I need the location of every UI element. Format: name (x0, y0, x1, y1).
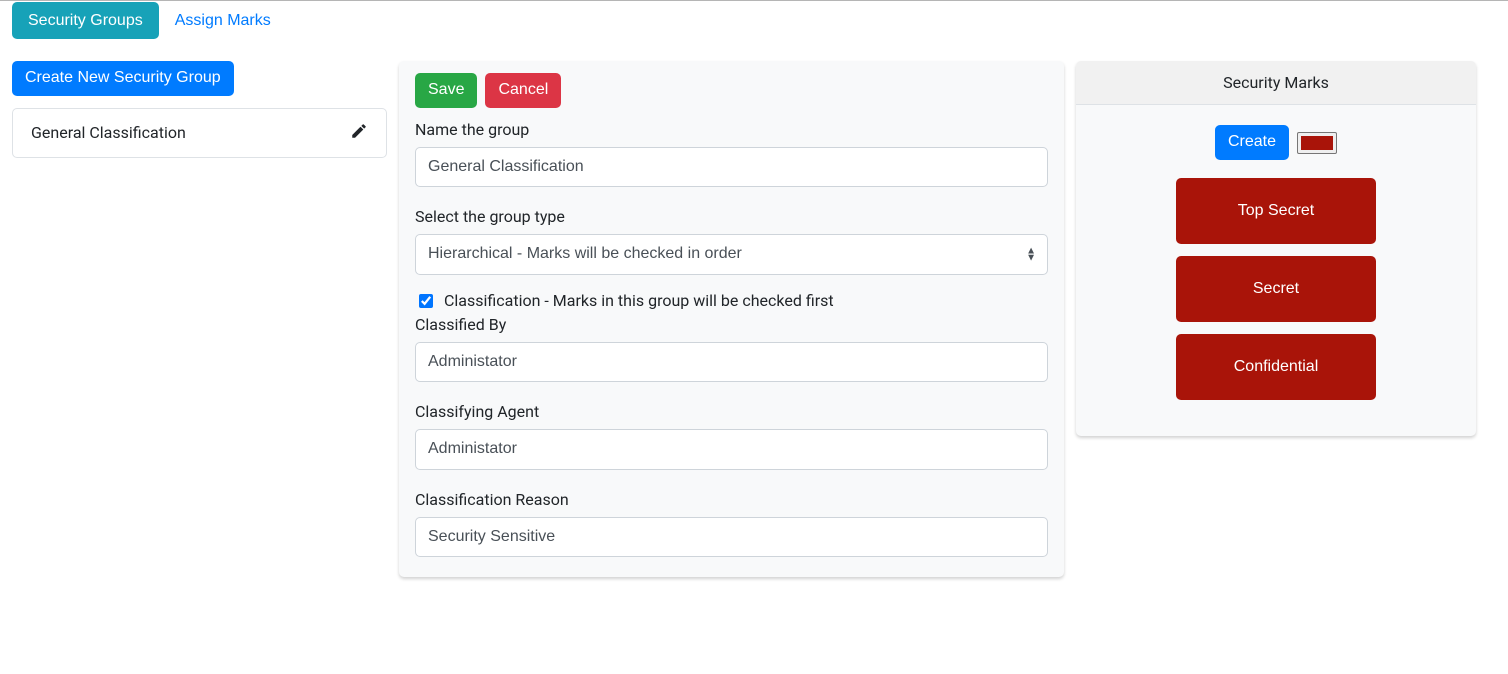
edit-icon[interactable] (350, 122, 368, 144)
tabs: Security Groups Assign Marks (12, 2, 1496, 39)
security-group-label: General Classification (31, 123, 186, 142)
mark-secret[interactable]: Secret (1176, 256, 1376, 322)
name-label: Name the group (415, 120, 1048, 139)
security-marks-card: Security Marks Create Top Secret Secret … (1076, 61, 1476, 436)
classified-by-label: Classified By (415, 315, 1048, 334)
tab-security-groups[interactable]: Security Groups (12, 2, 159, 39)
color-swatch-inner (1301, 136, 1333, 150)
edit-group-card: Save Cancel Name the group Select the gr… (399, 61, 1064, 577)
group-type-select[interactable] (415, 234, 1048, 274)
classified-by-input[interactable] (415, 342, 1048, 382)
list-item[interactable]: General Classification (13, 109, 386, 157)
security-marks-header: Security Marks (1076, 61, 1476, 105)
classification-reason-label: Classification Reason (415, 490, 1048, 509)
name-input[interactable] (415, 147, 1048, 187)
mark-top-secret[interactable]: Top Secret (1176, 178, 1376, 244)
classification-reason-input[interactable] (415, 517, 1048, 557)
save-button[interactable]: Save (415, 73, 477, 108)
classifying-agent-input[interactable] (415, 429, 1048, 469)
classification-checkbox-label: Classification - Marks in this group wil… (444, 291, 834, 310)
mark-confidential[interactable]: Confidential (1176, 334, 1376, 400)
tab-assign-marks[interactable]: Assign Marks (159, 2, 287, 39)
cancel-button[interactable]: Cancel (485, 73, 561, 108)
left-column: Create New Security Group General Classi… (12, 61, 387, 158)
create-mark-button[interactable]: Create (1215, 125, 1289, 160)
security-group-list: General Classification (12, 108, 387, 158)
group-type-label: Select the group type (415, 207, 1048, 226)
create-new-security-group-button[interactable]: Create New Security Group (12, 61, 234, 96)
color-picker[interactable] (1297, 132, 1337, 154)
classification-checkbox[interactable] (419, 294, 433, 308)
classifying-agent-label: Classifying Agent (415, 402, 1048, 421)
